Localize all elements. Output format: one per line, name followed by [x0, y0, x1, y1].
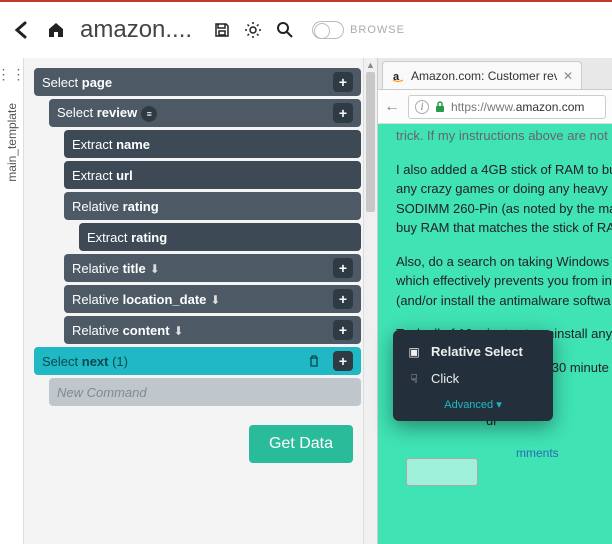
ctx-relative-select[interactable]: ▣ Relative Select	[393, 338, 553, 365]
search-icon[interactable]	[276, 21, 294, 39]
command-page[interactable]: Select page +	[34, 68, 361, 96]
amazon-favicon-icon: a	[391, 69, 405, 83]
browser-pane: a Amazon.com: Customer rev ✕ ← i https:/…	[377, 58, 612, 544]
chevron-down-icon: ▾	[496, 399, 502, 411]
command-url[interactable]: Extract url	[64, 161, 361, 189]
command-label: Relative title⬇	[72, 261, 327, 276]
context-menu: ▣ Relative Select ☟ Click Advanced ▾	[393, 330, 553, 421]
command-label: Select page	[42, 75, 327, 90]
command-label: Extract name	[72, 137, 353, 152]
add-icon[interactable]: +	[333, 103, 353, 123]
info-icon[interactable]: i	[415, 100, 429, 114]
browser-tab[interactable]: a Amazon.com: Customer rev ✕	[382, 61, 582, 89]
app-toolbar: amazon.... BROWSE	[0, 2, 612, 58]
template-tab[interactable]: ⋮⋮ main_template	[0, 58, 24, 544]
command-rating[interactable]: Relative rating	[64, 192, 361, 220]
command-label: Relative content⬇	[72, 323, 327, 338]
home-icon[interactable]	[46, 20, 66, 40]
command-label: Extract rating	[87, 230, 353, 245]
command-panel: ⋮⋮ main_template Select page+Select revi…	[0, 58, 377, 544]
download-icon: ⬇	[210, 293, 220, 307]
scrollbar[interactable]: ▲	[363, 58, 377, 544]
add-icon[interactable]: +	[333, 351, 353, 371]
download-icon: ⬇	[150, 262, 160, 276]
command-label: Extract url	[72, 168, 353, 183]
add-icon[interactable]: +	[333, 320, 353, 340]
lock-icon	[435, 101, 445, 113]
command-content[interactable]: Relative content⬇ +	[64, 316, 361, 344]
toggle-switch-icon[interactable]	[312, 21, 344, 39]
command-next[interactable]: Select next (1) +	[34, 347, 361, 375]
url-text: https://www.amazon.com	[451, 100, 584, 114]
browse-label: BROWSE	[350, 24, 405, 36]
template-tab-label: main_template	[5, 103, 19, 182]
browser-tabbar: a Amazon.com: Customer rev ✕	[378, 58, 612, 90]
command-label: Select review≡	[57, 105, 327, 122]
browser-tab-title: Amazon.com: Customer rev	[411, 69, 557, 83]
command-location_date[interactable]: Relative location_date⬇ +	[64, 285, 361, 313]
close-tab-icon[interactable]: ✕	[563, 69, 573, 83]
command-label: Relative rating	[72, 199, 353, 214]
download-icon: ⬇	[174, 324, 184, 338]
command-new[interactable]: New Command	[49, 378, 361, 406]
browser-back-icon[interactable]: ←	[384, 98, 400, 116]
add-icon[interactable]: +	[333, 258, 353, 278]
command-title[interactable]: Relative title⬇ +	[64, 254, 361, 282]
comments-link[interactable]: mments	[516, 444, 612, 462]
trash-icon[interactable]	[307, 354, 321, 368]
drag-handle-icon[interactable]: ⋮⋮	[0, 66, 27, 83]
relative-select-icon: ▣	[407, 345, 421, 359]
add-icon[interactable]: +	[333, 289, 353, 309]
click-icon: ☟	[407, 372, 421, 386]
command-review[interactable]: Select review≡ +	[49, 99, 361, 127]
review-text: trick. If my instructions above are not …	[396, 130, 612, 476]
url-field[interactable]: i https://www.amazon.com	[408, 95, 606, 119]
url-bar: ← i https://www.amazon.com	[378, 90, 612, 124]
scroll-thumb[interactable]	[366, 72, 375, 212]
command-rating[interactable]: Extract rating	[79, 223, 361, 251]
add-icon[interactable]: +	[333, 72, 353, 92]
command-label: Relative location_date⬇	[72, 292, 327, 307]
list-icon: ≡	[141, 106, 157, 122]
browse-toggle[interactable]: BROWSE	[312, 21, 405, 39]
command-name[interactable]: Extract name	[64, 130, 361, 158]
ctx-advanced[interactable]: Advanced ▾	[393, 392, 553, 413]
gear-icon[interactable]	[244, 21, 262, 39]
helpful-button[interactable]	[406, 458, 478, 486]
save-icon[interactable]	[214, 22, 230, 38]
ctx-click[interactable]: ☟ Click	[393, 365, 553, 392]
scroll-up-icon[interactable]: ▲	[364, 58, 377, 72]
command-tree: Select page + Select review≡ + Extract name E…	[24, 58, 363, 544]
get-data-button[interactable]: Get Data	[249, 425, 353, 463]
back-arrow-icon[interactable]	[12, 20, 32, 40]
command-label: Select next (1)	[42, 354, 307, 369]
project-title: amazon....	[80, 16, 192, 44]
command-label: New Command	[57, 385, 353, 400]
